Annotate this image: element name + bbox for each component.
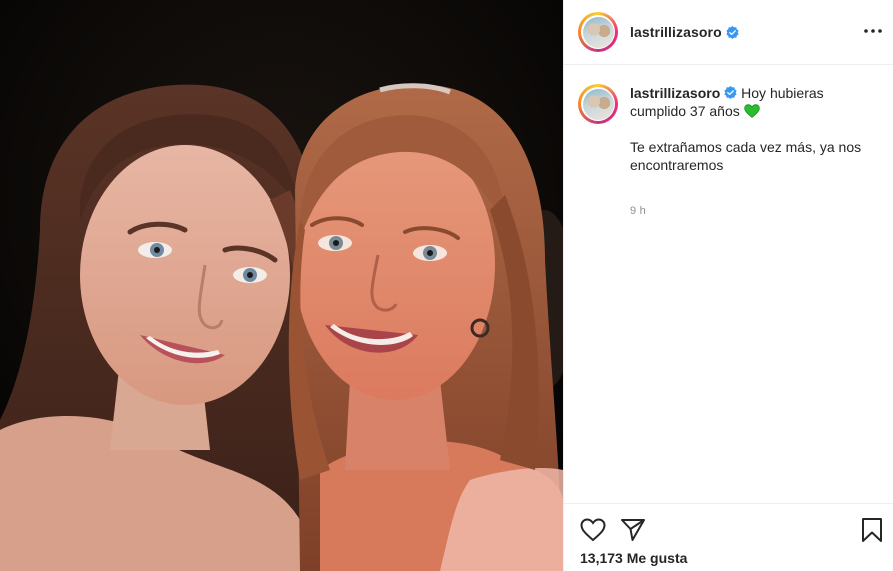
likes-count[interactable]: 13,173 Me gusta — [580, 550, 687, 566]
caption-text: lastrillizasoro Hoy hubieras cumplido 37… — [630, 84, 880, 220]
save-bookmark-icon[interactable] — [860, 517, 884, 543]
caption-second-paragraph: Te extrañamos cada vez más, ya nos encon… — [630, 139, 862, 173]
post-photo[interactable] — [0, 0, 563, 571]
post-header: lastrillizasoro — [564, 0, 893, 65]
avatar[interactable] — [578, 12, 618, 52]
share-paper-plane-icon[interactable] — [620, 517, 646, 543]
verified-badge-icon — [724, 86, 737, 99]
caption-avatar[interactable] — [578, 84, 618, 124]
avatar-image — [582, 16, 614, 48]
instagram-post: lastrillizasoro lastrillizasoro Hoy hubi… — [0, 0, 893, 571]
post-actions: 13,173 Me gusta — [564, 503, 893, 571]
header-username[interactable]: lastrillizasoro — [630, 24, 722, 40]
post-side-panel: lastrillizasoro lastrillizasoro Hoy hubi… — [563, 0, 893, 571]
avatar-ring — [581, 15, 615, 49]
post-caption: lastrillizasoro Hoy hubieras cumplido 37… — [578, 84, 882, 220]
post-timestamp[interactable]: 9 h — [630, 202, 880, 220]
more-options-icon[interactable] — [864, 22, 882, 40]
like-heart-icon[interactable] — [580, 518, 606, 542]
green-heart-icon — [744, 104, 760, 118]
avatar-ring — [581, 87, 615, 121]
caption-username[interactable]: lastrillizasoro — [630, 85, 720, 101]
avatar-image — [582, 88, 614, 120]
caption-first-paragraph: lastrillizasoro Hoy hubieras cumplido 37… — [630, 84, 880, 120]
photo-illustration — [0, 0, 563, 571]
verified-badge-icon — [726, 25, 739, 39]
